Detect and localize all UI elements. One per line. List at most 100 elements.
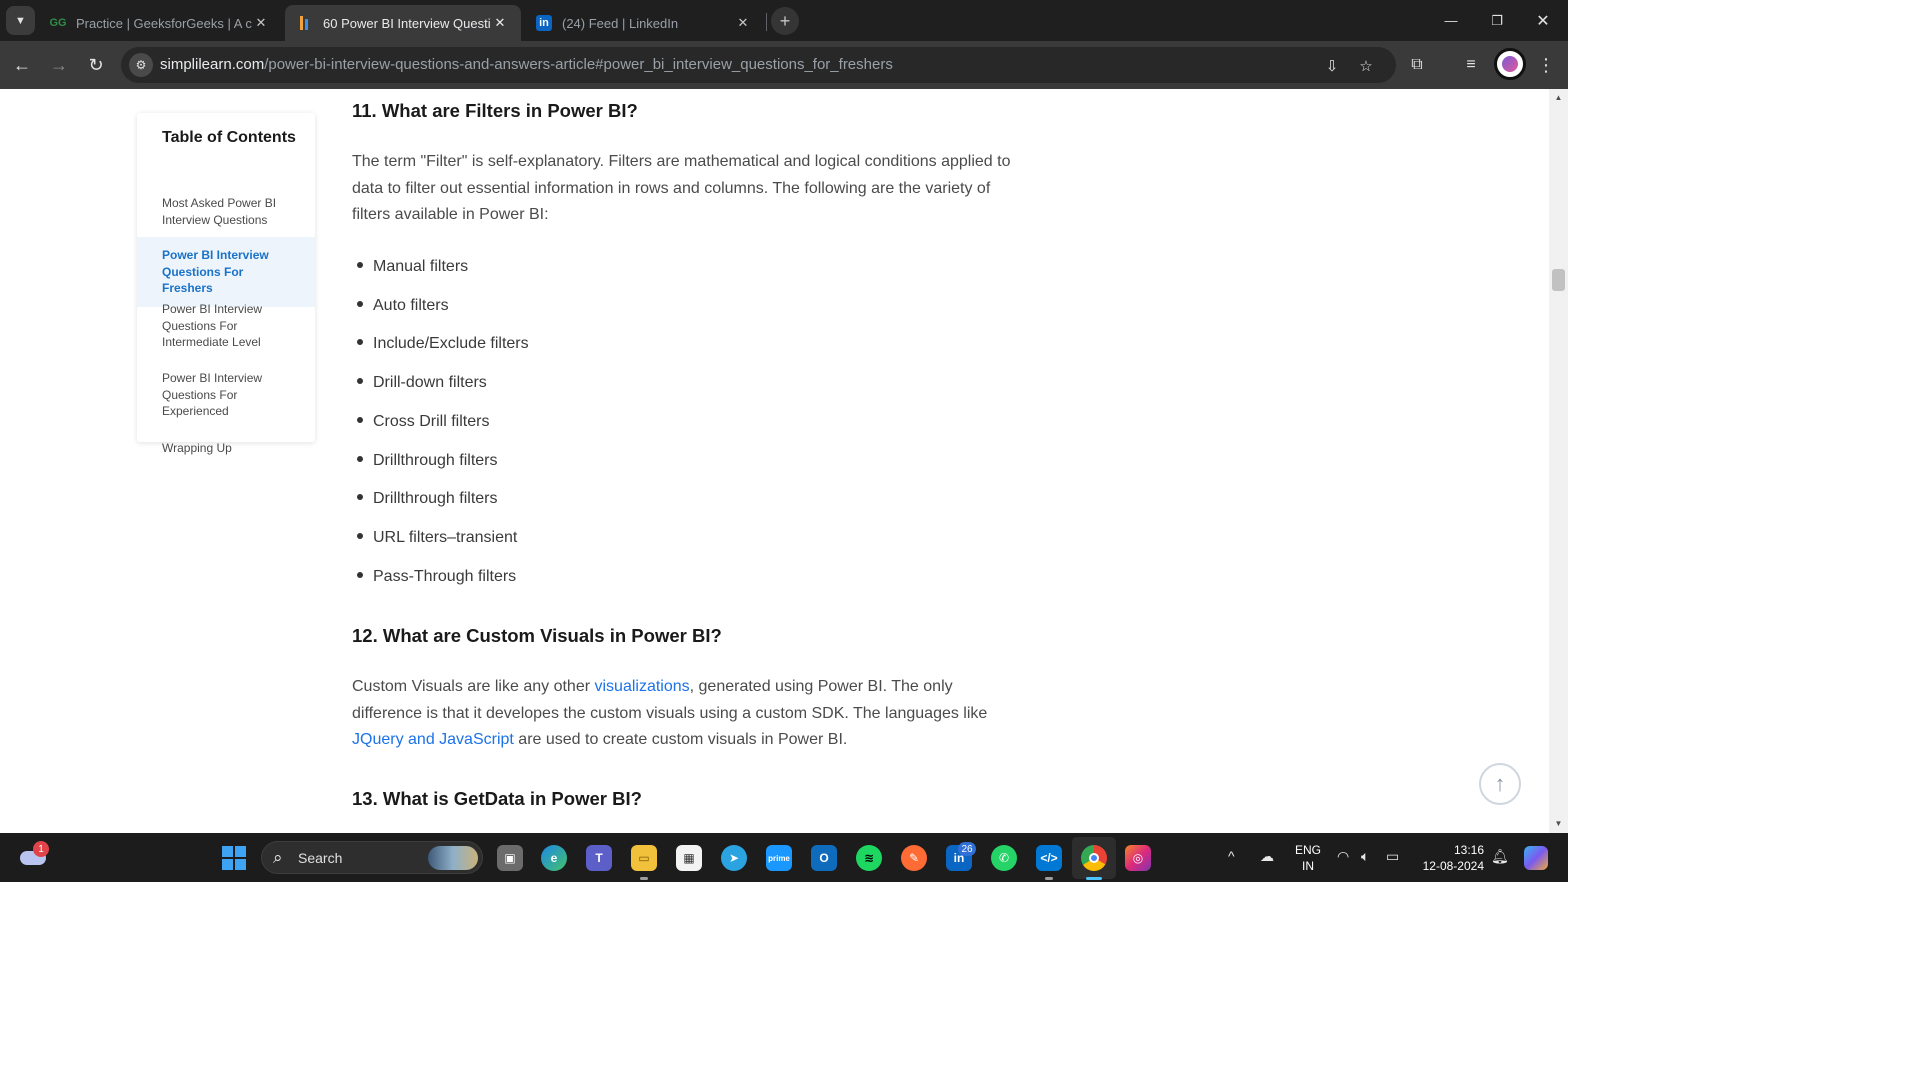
telegram-icon[interactable]: ➤ — [721, 845, 747, 871]
minimize-button[interactable]: — — [1428, 0, 1474, 41]
scroll-down-arrow-icon[interactable]: ▼ — [1554, 819, 1563, 828]
list-item: Cross Drill filters — [352, 413, 489, 431]
notification-badge: 1 — [33, 841, 49, 857]
new-tab-button[interactable]: + — [771, 7, 799, 35]
prime-video-icon[interactable]: prime — [766, 845, 792, 871]
tab-title: Practice | GeeksforGeeks | A computer sc… — [76, 15, 252, 31]
list-item: Pass-Through filters — [352, 568, 516, 586]
bullet-icon — [357, 339, 363, 346]
table-of-contents: Table of Contents Most Asked Power BI In… — [137, 113, 315, 455]
page-scrollbar[interactable]: ▲ ▼ — [1549, 89, 1568, 833]
install-app-icon[interactable]: ⇩ — [1321, 55, 1343, 77]
avatar — [1502, 56, 1518, 72]
chrome-menu-button[interactable]: ⋮ — [1530, 49, 1562, 81]
close-tab-icon[interactable]: ✕ — [491, 15, 509, 31]
postman-icon[interactable]: ✎ — [901, 845, 927, 871]
toc-item-intermediate[interactable]: Power BI Interview Questions For Interme… — [137, 301, 315, 351]
search-label: Search — [298, 850, 343, 866]
question-13-heading: 13. What is GetData in Power BI? — [352, 788, 642, 809]
reload-button[interactable]: ↻ — [80, 49, 112, 81]
windows-icon — [222, 846, 233, 857]
battery-icon[interactable]: ▭ — [1386, 848, 1399, 865]
tab-geeksforgeeks[interactable]: GG Practice | GeeksforGeeks | A computer… — [38, 5, 282, 41]
web-page: Table of Contents Most Asked Power BI In… — [0, 89, 1549, 833]
region-label: IN — [1302, 859, 1314, 873]
wifi-icon[interactable]: ◠ — [1337, 848, 1349, 865]
restore-icon: ❐ — [1491, 12, 1503, 28]
teams-icon[interactable]: T — [586, 845, 612, 871]
jquery-javascript-link[interactable]: JQuery and JavaScript — [352, 731, 514, 748]
toc-item-wrapping-up[interactable]: Wrapping Up — [137, 440, 315, 457]
visualizations-link[interactable]: visualizations — [594, 678, 689, 695]
running-indicator — [640, 877, 648, 880]
arrow-left-icon: ← — [13, 54, 31, 75]
list-item: URL filters–transient — [352, 529, 517, 547]
bullet-icon — [357, 456, 363, 463]
close-tab-icon[interactable]: ✕ — [252, 15, 270, 31]
profile-avatar[interactable] — [1494, 48, 1526, 80]
tab-simplilearn[interactable]: 60 Power BI Interview Questions and Answ… — [285, 5, 521, 41]
scroll-to-top-button[interactable]: ↑ — [1479, 763, 1521, 805]
chrome-icon[interactable] — [1081, 845, 1107, 871]
scroll-up-arrow-icon[interactable]: ▲ — [1554, 93, 1563, 102]
tab-linkedin[interactable]: in (24) Feed | LinkedIn ✕ — [524, 5, 764, 41]
simplilearn-icon — [297, 15, 313, 31]
spotify-icon[interactable]: ≋ — [856, 845, 882, 871]
search-icon: ⌕ — [273, 848, 283, 867]
bullet-icon — [357, 262, 363, 269]
tab-search-button[interactable]: ▼ — [6, 6, 35, 35]
address-bar[interactable]: ⚙ simplilearn.com/power-bi-interview-que… — [121, 47, 1396, 83]
edge-icon[interactable]: e — [541, 845, 567, 871]
linkedin-badge: 26 — [958, 842, 976, 856]
back-button[interactable]: ← — [6, 49, 38, 81]
tab-title: (24) Feed | LinkedIn — [562, 15, 679, 31]
volume-icon[interactable]: 🔈︎ — [1361, 848, 1369, 865]
outlook-icon[interactable]: O — [811, 845, 837, 871]
media-controls-button[interactable]: ≡ — [1455, 49, 1487, 81]
toc-item-experienced[interactable]: Power BI Interview Questions For Experie… — [137, 370, 315, 420]
puzzle-icon: ⧉ — [1411, 56, 1423, 73]
plus-icon: + — [779, 10, 791, 31]
weather-widget[interactable]: 1 — [20, 841, 49, 871]
microsoft-store-icon[interactable]: ▦ — [676, 845, 702, 871]
forward-button[interactable]: → — [43, 49, 75, 81]
vscode-icon[interactable]: </> — [1036, 845, 1062, 871]
copilot-icon[interactable] — [1524, 846, 1548, 870]
list-item: Include/Exclude filters — [352, 335, 529, 353]
input-language[interactable]: ENG IN — [1292, 842, 1324, 874]
whatsapp-icon[interactable]: ✆ — [991, 845, 1017, 871]
restore-button[interactable]: ❐ — [1474, 0, 1520, 41]
scrollbar-thumb[interactable] — [1552, 269, 1565, 291]
bookmark-star-icon[interactable]: ☆ — [1355, 55, 1377, 77]
task-view-icon[interactable]: ▣ — [497, 845, 523, 871]
question-11-paragraph: The term "Filter" is self-explanatory. F… — [352, 153, 1011, 224]
clock-time: 13:16 — [1453, 843, 1484, 857]
file-explorer-icon[interactable]: ▭ — [631, 845, 657, 871]
notification-bell-icon[interactable]: 🔔︎ — [1491, 848, 1509, 865]
instagram-icon[interactable]: ◎ — [1125, 845, 1151, 871]
close-tab-icon[interactable]: ✕ — [734, 15, 752, 31]
close-window-button[interactable]: ✕ — [1520, 0, 1566, 41]
bullet-icon — [357, 417, 363, 424]
media-queue-icon: ≡ — [1466, 56, 1476, 73]
toc-item-freshers[interactable]: Power BI Interview Questions For Fresher… — [137, 237, 315, 307]
url-text[interactable]: simplilearn.com/power-bi-interview-quest… — [160, 56, 893, 73]
clock-date: 12-08-2024 — [1422, 859, 1484, 873]
extensions-button[interactable]: ⧉ — [1401, 49, 1433, 81]
browser-tab-strip: ▼ GG Practice | GeeksforGeeks | A comput… — [0, 0, 1568, 41]
list-item: Drillthrough filters — [352, 490, 497, 508]
tab-title: 60 Power BI Interview Questions and Answ… — [323, 15, 491, 31]
bullet-icon — [357, 533, 363, 540]
site-info-icon[interactable]: ⚙ — [129, 53, 153, 77]
tab-separator — [766, 13, 767, 31]
toc-item-most-asked[interactable]: Most Asked Power BI Interview Questions — [137, 195, 315, 228]
onedrive-icon[interactable]: ☁ — [1260, 848, 1274, 865]
show-hidden-icons-chevron-icon[interactable]: ^ — [1228, 848, 1235, 864]
linkedin-icon: in — [536, 15, 552, 31]
start-button[interactable] — [222, 846, 246, 870]
list-item: Auto filters — [352, 297, 449, 315]
browser-toolbar: ← → ↻ ⚙ simplilearn.com/power-bi-intervi… — [0, 41, 1568, 89]
taskbar-search[interactable]: ⌕ Search — [261, 841, 483, 874]
list-item: Drill-down filters — [352, 374, 487, 392]
system-clock[interactable]: 13:16 12-08-2024 — [1418, 842, 1484, 874]
